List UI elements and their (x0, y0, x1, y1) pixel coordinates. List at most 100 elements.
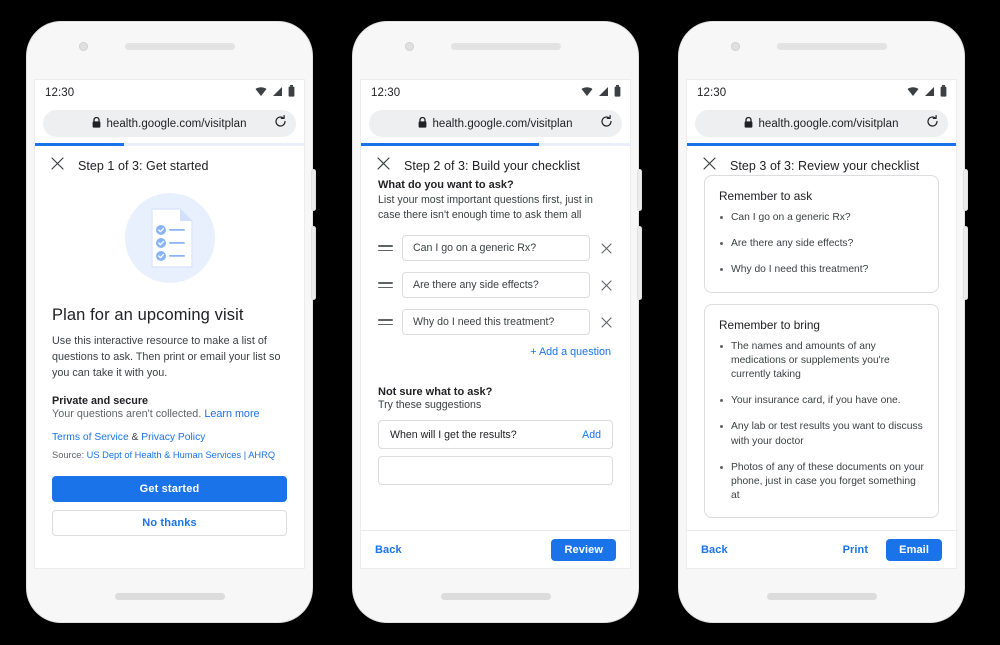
privacy-policy-link[interactable]: Privacy Policy (141, 432, 205, 443)
review-button[interactable]: Review (551, 538, 616, 561)
question-row: Why do I need this treatment? (378, 309, 613, 336)
earpiece-speaker (451, 43, 561, 50)
browser-url-bar-wrap: health.google.com/visitplan (361, 106, 630, 143)
volume-button[interactable] (312, 227, 315, 299)
screen-3-action-bar: Back Print Email (687, 530, 956, 568)
drag-handle-icon[interactable] (378, 318, 393, 326)
legal-links: Terms of Service & Privacy Policy (52, 432, 287, 443)
card-title: Remember to bring (719, 317, 820, 332)
question-input[interactable]: Are there any side effects? (402, 272, 590, 299)
list-item: The names and amounts of any medications… (719, 340, 924, 383)
list-item: Photos of any of these documents on your… (719, 461, 924, 504)
battery-icon (288, 84, 295, 102)
phone-device-2: 12:30 health.google.com/visitplan Step 2… (353, 22, 641, 622)
screen-2-action-bar: Back Review (361, 530, 630, 568)
url-bar[interactable]: health.google.com/visitplan (695, 110, 948, 137)
privacy-text: Your questions aren't collected. Learn m… (52, 408, 287, 420)
url-text: health.google.com/visitplan (758, 117, 899, 130)
learn-more-link[interactable]: Learn more (204, 408, 259, 420)
cell-signal-icon (598, 84, 609, 102)
battery-icon (940, 84, 947, 102)
step-progress-fill (35, 143, 124, 146)
remove-question-icon[interactable] (599, 243, 613, 254)
drag-handle-icon[interactable] (378, 281, 393, 289)
card-list: The names and amounts of any medications… (719, 340, 924, 504)
url-bar[interactable]: health.google.com/visitplan (43, 110, 296, 137)
privacy-heading: Private and secure (52, 394, 149, 407)
phone-device-1: 12:30 health.google.com/visitplan Step 1… (27, 22, 315, 622)
get-started-button[interactable]: Get started (52, 475, 287, 502)
status-clock: 12:30 (371, 87, 401, 99)
suggestion-item-partial[interactable] (378, 456, 613, 486)
legal-separator: & (128, 431, 142, 443)
wifi-icon (907, 84, 919, 102)
home-indicator (766, 593, 877, 600)
add-question-button[interactable]: + Add a question (378, 346, 611, 358)
cell-signal-icon (924, 84, 935, 102)
source-prefix: Source: (52, 449, 87, 460)
print-button[interactable]: Print (843, 544, 869, 556)
screenshot-stage: 12:30 health.google.com/visitplan Step 1… (0, 0, 1000, 645)
screen-2-scroll[interactable]: What do you want to ask? List your most … (361, 175, 630, 530)
wifi-icon (581, 84, 593, 102)
reload-icon[interactable] (600, 114, 613, 133)
lock-icon (418, 115, 427, 133)
list-item: Any lab or test results you want to disc… (719, 420, 924, 448)
screen-2-content: What do you want to ask? List your most … (361, 179, 630, 486)
phone-device-3: 12:30 health.google.com/visitplan Step 3… (679, 22, 967, 622)
front-camera-icon (731, 42, 740, 51)
reload-icon[interactable] (274, 114, 287, 133)
power-button[interactable] (964, 170, 967, 210)
cell-signal-icon (272, 84, 283, 102)
close-icon[interactable] (703, 157, 716, 175)
question-row: Can I go on a generic Rx? (378, 235, 613, 262)
url-bar[interactable]: health.google.com/visitplan (369, 110, 622, 137)
remove-question-icon[interactable] (599, 317, 613, 328)
url-text: health.google.com/visitplan (106, 117, 247, 130)
volume-button[interactable] (964, 227, 967, 299)
power-button[interactable] (312, 170, 315, 210)
screen-step-2: 12:30 health.google.com/visitplan Step 2… (361, 80, 630, 568)
privacy-copy: Your questions aren't collected. (52, 407, 205, 420)
step-progress-fill (687, 143, 956, 146)
step-progress-bar (687, 143, 956, 146)
questions-heading: What do you want to ask? (378, 179, 514, 191)
checklist-document-icon (121, 189, 219, 292)
no-thanks-button[interactable]: No thanks (52, 509, 287, 536)
remove-question-icon[interactable] (599, 280, 613, 291)
reload-icon[interactable] (926, 114, 939, 133)
step-progress-bar (361, 143, 630, 146)
add-suggestion-button[interactable]: Add (582, 429, 601, 441)
questions-subtext: List your most important questions first… (378, 194, 593, 222)
email-button[interactable]: Email (886, 538, 942, 561)
status-bar: 12:30 (361, 80, 630, 106)
lock-icon (92, 115, 101, 133)
volume-button[interactable] (638, 227, 641, 299)
home-indicator (440, 593, 551, 600)
close-icon[interactable] (377, 157, 390, 175)
status-icons (581, 84, 621, 102)
screen-step-3: 12:30 health.google.com/visitplan Step 3… (687, 80, 956, 568)
close-icon[interactable] (51, 157, 64, 175)
app-header-1: Step 1 of 3: Get started (35, 146, 304, 183)
front-camera-icon (79, 42, 88, 51)
drag-handle-icon[interactable] (378, 244, 393, 252)
screen-1-content: Plan for an upcoming visit Use this inte… (35, 183, 304, 536)
list-item: Are there any side effects? (719, 237, 924, 251)
back-button[interactable]: Back (375, 544, 402, 556)
front-camera-icon (405, 42, 414, 51)
question-input[interactable]: Can I go on a generic Rx? (402, 235, 590, 262)
question-row: Are there any side effects? (378, 272, 613, 299)
status-bar: 12:30 (35, 80, 304, 106)
question-input[interactable]: Why do I need this treatment? (402, 309, 590, 336)
page-title: Plan for an upcoming visit (52, 306, 244, 324)
card-title: Remember to ask (719, 189, 813, 203)
back-button[interactable]: Back (701, 544, 728, 556)
screen-3-scroll[interactable]: Remember to ask Can I go on a generic Rx… (687, 175, 956, 530)
source-link[interactable]: US Dept of Health & Human Services | AHR… (87, 450, 275, 460)
terms-of-service-link[interactable]: Terms of Service (52, 432, 129, 443)
source-line: Source: US Dept of Health & Human Servic… (52, 450, 287, 460)
wifi-icon (255, 84, 267, 102)
power-button[interactable] (638, 170, 641, 210)
home-indicator (114, 593, 225, 600)
